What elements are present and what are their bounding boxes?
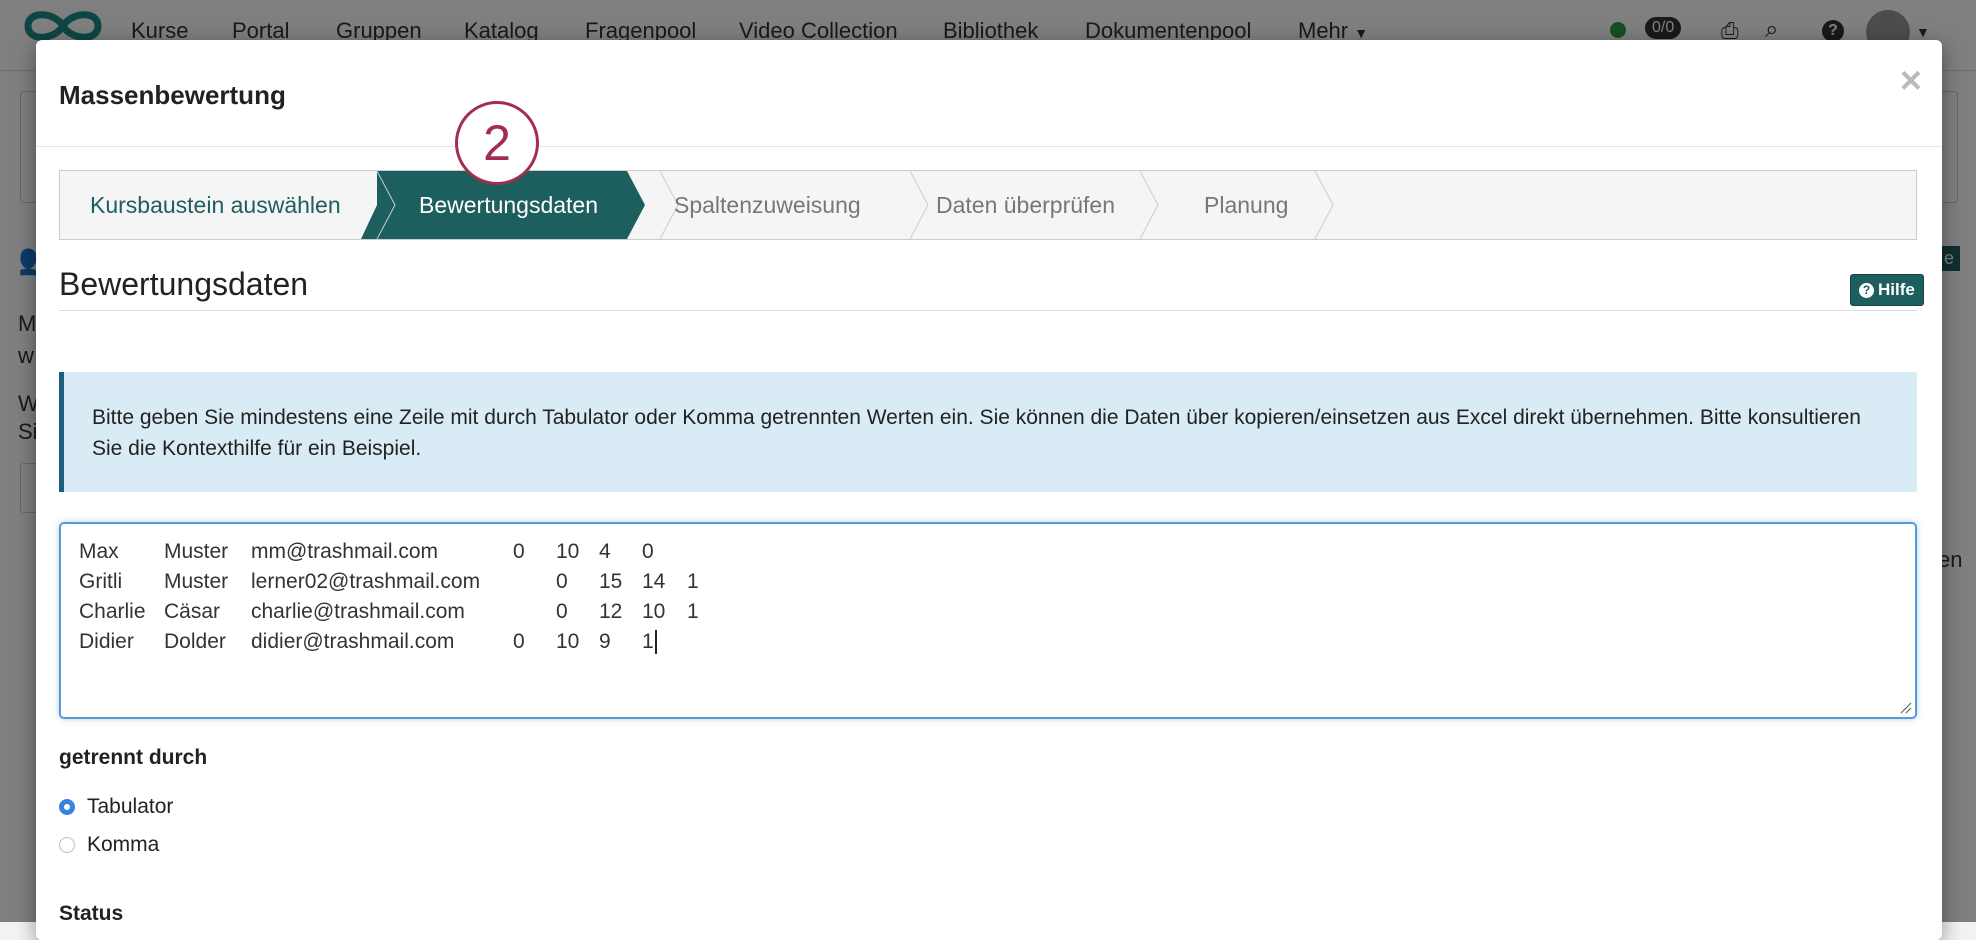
data-cell: 4 <box>599 540 611 563</box>
data-cell: 10 <box>556 540 580 563</box>
data-cell: didier@trashmail.com <box>251 630 455 653</box>
data-cell: 10 <box>642 600 666 623</box>
text-caret <box>654 630 657 655</box>
data-cell: 14 <box>642 570 666 593</box>
mass-assessment-dialog: Massenbewertung × Kursbaustein auswählen… <box>36 40 1942 940</box>
data-cell: 9 <box>599 630 611 653</box>
data-cell: 12 <box>599 600 623 623</box>
data-cell: 0 <box>513 540 525 563</box>
data-cell: mm@trashmail.com <box>251 540 439 563</box>
help-button-label: Hilfe <box>1878 280 1915 299</box>
separator-label: getrennt durch <box>59 746 208 769</box>
radio-tabulator[interactable]: Tabulator <box>59 795 173 819</box>
data-cell: Didier <box>79 630 134 653</box>
data-cell: 1 <box>687 570 699 593</box>
wizard-step-daten-pruefen[interactable]: Daten überprüfen <box>936 171 1115 239</box>
divider <box>59 310 1917 311</box>
data-cell: Muster <box>164 570 229 593</box>
close-icon[interactable]: × <box>1900 62 1922 100</box>
help-button[interactable]: ? Hilfe <box>1850 274 1924 306</box>
data-cell: 0 <box>556 600 568 623</box>
info-box: Bitte geben Sie mindestens eine Zeile mi… <box>59 372 1917 492</box>
status-label: Status <box>59 902 124 925</box>
assessment-data-textarea[interactable]: Max Muster mm@trashmail.com 0 10 4 0 Gri… <box>59 522 1917 719</box>
wizard-step-kursbaustein[interactable]: Kursbaustein auswählen <box>90 171 341 239</box>
modal-title: Massenbewertung <box>59 80 286 110</box>
data-cell: Dolder <box>164 630 226 653</box>
wizard-step-planung[interactable]: Planung <box>1204 171 1288 239</box>
data-cell: 0 <box>642 540 654 563</box>
question-icon: ? <box>1859 282 1874 298</box>
data-cell: Cäsar <box>164 600 221 623</box>
data-cell: Charlie <box>79 600 146 623</box>
radio-label: Tabulator <box>87 795 174 818</box>
data-cell: 1 <box>687 600 699 623</box>
radio-label: Komma <box>87 833 160 856</box>
data-cell: Muster <box>164 540 229 563</box>
data-cell: 0 <box>513 630 525 653</box>
wizard-step-spaltenzuweisung[interactable]: Spaltenzuweisung <box>674 171 861 239</box>
step-number-marker: 2 <box>455 101 539 185</box>
resize-handle-icon[interactable] <box>1898 700 1912 714</box>
data-cell: Gritli <box>79 570 123 593</box>
data-cell: 1 <box>642 630 657 655</box>
wizard-steps: Kursbaustein auswählen Bewertungsdaten S… <box>59 170 1917 240</box>
radio-button-checked[interactable] <box>59 799 75 815</box>
data-cell: lerner02@trashmail.com <box>251 570 481 593</box>
radio-komma[interactable]: Komma <box>59 833 159 857</box>
divider <box>36 146 1942 147</box>
data-cell: 10 <box>556 630 580 653</box>
data-cell: 0 <box>556 570 568 593</box>
radio-button[interactable] <box>59 837 75 853</box>
section-title: Bewertungsdaten <box>59 266 309 302</box>
data-cell: charlie@trashmail.com <box>251 600 465 623</box>
data-cell: 15 <box>599 570 623 593</box>
data-cell: Max <box>79 540 119 563</box>
